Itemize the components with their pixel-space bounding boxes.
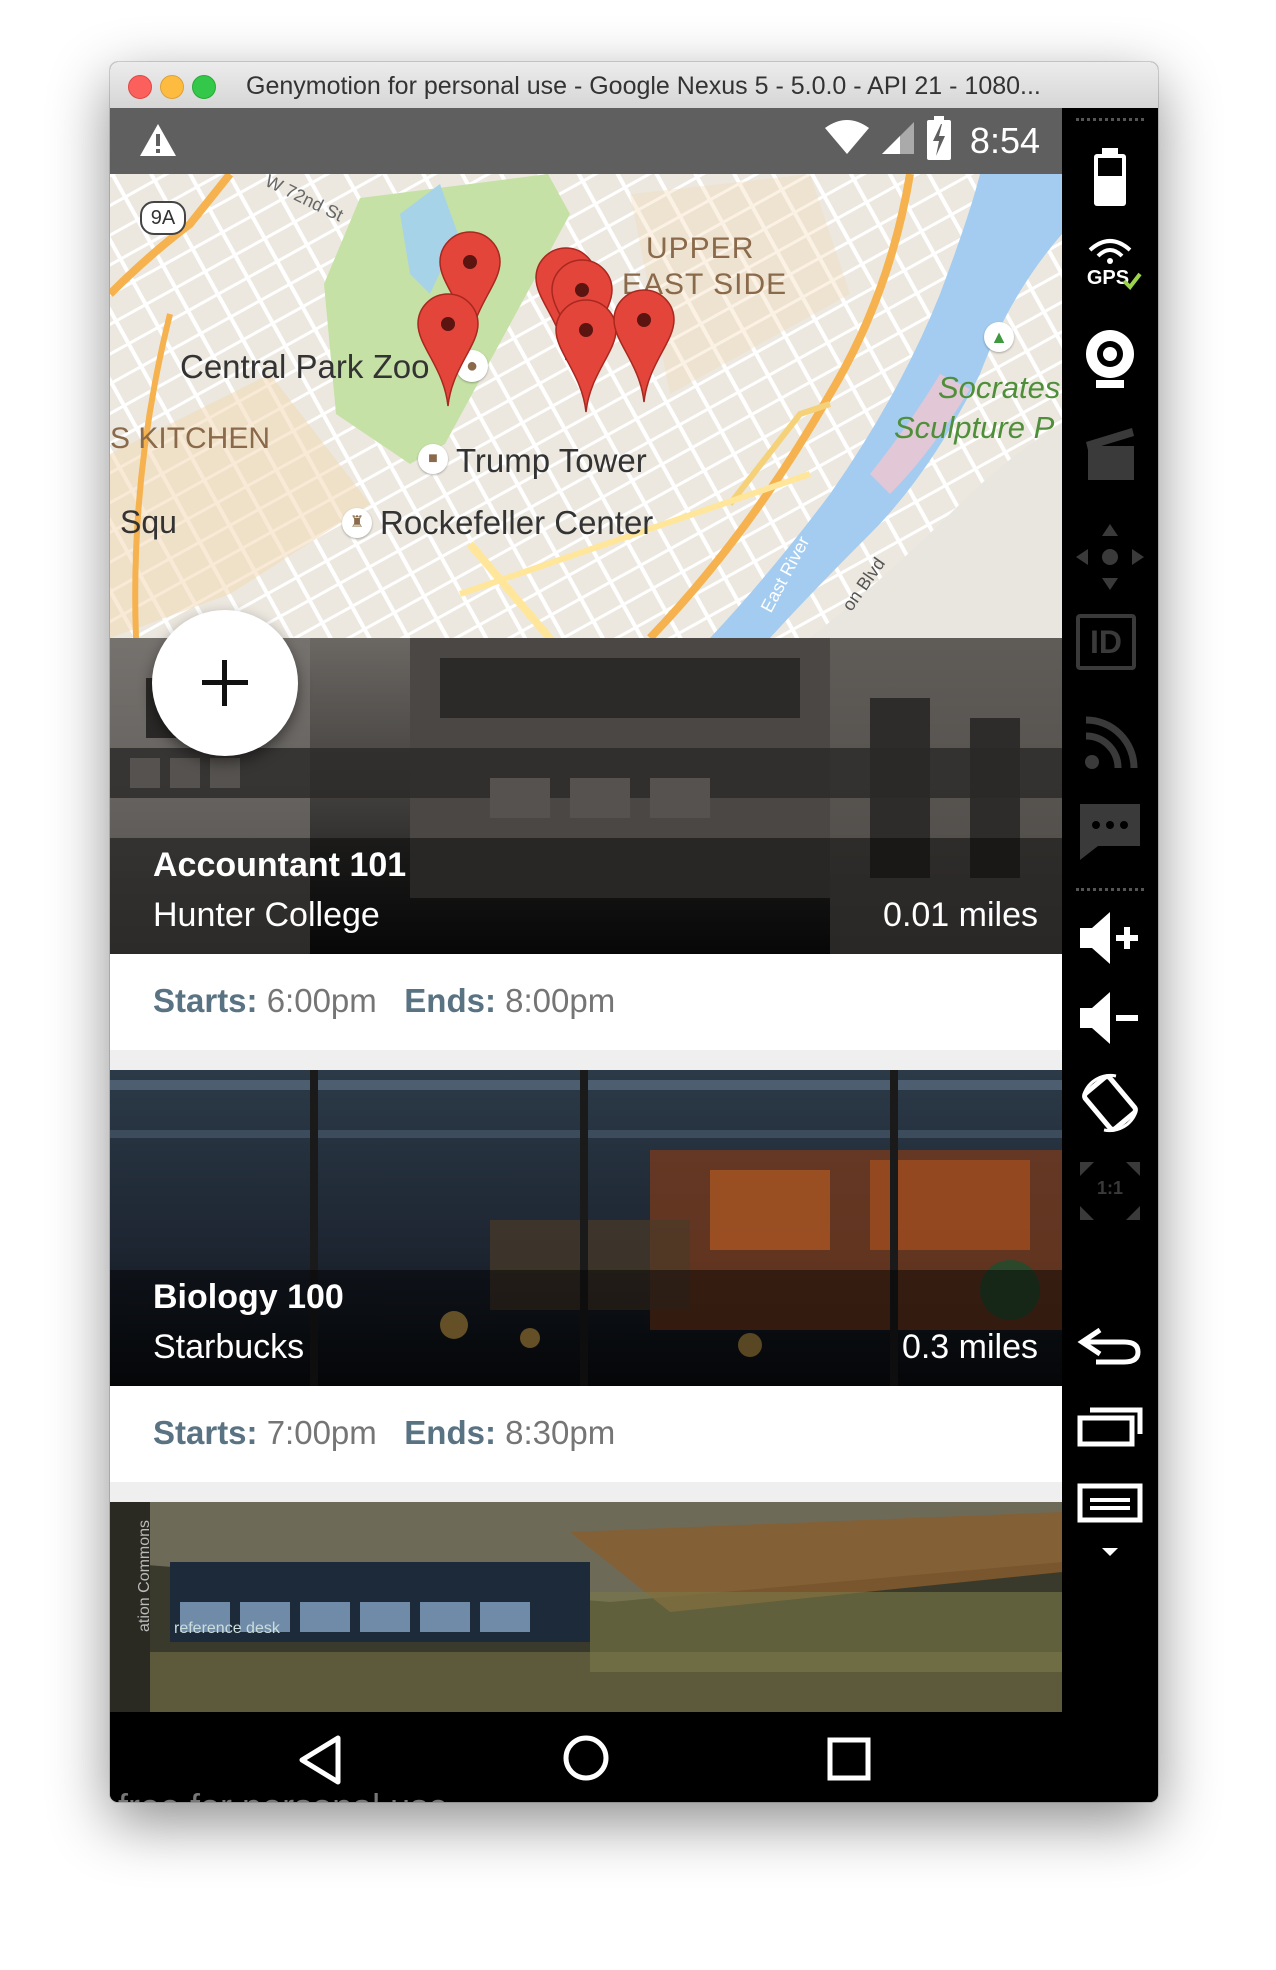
recents-icon[interactable] [1076,1404,1144,1448]
menu-icon[interactable] [1076,1482,1144,1524]
scale-label: 1:1 [1096,1178,1123,1198]
event-location: Starbucks [153,1328,305,1366]
warning-icon [138,122,178,163]
webcam-icon[interactable] [1076,326,1144,396]
volume-up-icon[interactable] [1076,908,1144,968]
cast-icon[interactable] [1076,712,1144,772]
ends-label: Ends: [404,982,496,1019]
add-icon [202,660,248,706]
recents-icon[interactable] [826,1736,872,1782]
event-times: Starts: 7:00pm Ends: 8:30pm [110,1386,1062,1482]
signal-icon [880,120,916,161]
event-location: Hunter College [153,896,380,934]
close-window-button[interactable] [128,75,152,99]
library-sign: ation Commons [136,1519,153,1632]
map-marker[interactable] [555,299,617,413]
map-view[interactable]: 9A W 72nd St UPPER EAST SIDE Central Par… [110,174,1062,638]
capture-icon[interactable] [1076,424,1144,484]
gps-signal-icon [1088,239,1132,264]
starts-label: Starts: [153,982,258,1019]
reference-desk-sign: reference desk [174,1620,280,1637]
gps-icon[interactable]: GPS [1076,234,1144,304]
sms-icon[interactable] [1076,800,1144,864]
event-distance: 0.3 miles [901,1328,1038,1366]
library-photo [110,1502,1062,1712]
emulator-window: Genymotion for personal use - Google Nex… [110,62,1158,1802]
id-icon[interactable]: ID [1076,614,1136,670]
zoom-window-button[interactable] [192,75,216,99]
window-title: Genymotion for personal use - Google Nex… [246,72,1041,100]
minimize-window-button[interactable] [160,75,184,99]
dpad-icon[interactable] [1076,522,1144,592]
watermark: free for personal use [118,1786,448,1802]
scale-icon[interactable]: 1:1 [1076,1158,1144,1224]
add-event-button[interactable] [152,610,298,756]
title-bar: Genymotion for personal use - Google Nex… [110,62,1158,109]
event-title: Biology 100 [153,1278,344,1316]
event-distance: 0.01 miles [883,896,1038,934]
event-card-image[interactable]: ation Commons reference desk [110,1502,1062,1712]
start-time: 6:00pm [266,982,377,1019]
event-times: Starts: 6:00pm Ends: 8:00pm [110,954,1062,1050]
card-divider [110,1050,1062,1070]
phone-screen: 8:54 9A W 72nd St UPPER EAST SIDE Centra… [110,108,1062,1802]
back-icon[interactable] [296,1734,344,1786]
end-time: 8:30pm [505,1414,616,1451]
clock: 8:54 [969,119,1040,161]
status-bar: 8:54 [110,108,1062,174]
ends-label: Ends: [404,1414,496,1451]
volume-down-icon[interactable] [1076,988,1144,1048]
event-card-image[interactable]: Biology 100 Starbucks 0.3 miles [110,1070,1062,1386]
starts-label: Starts: [153,1414,258,1451]
start-time: 7:00pm [266,1414,377,1451]
battery-icon[interactable] [1076,142,1144,212]
end-time: 8:00pm [505,982,616,1019]
scroll-down-icon[interactable] [1076,1542,1144,1562]
check-icon [1122,272,1142,290]
map-marker[interactable] [417,293,479,407]
card-divider [110,1482,1062,1502]
back-icon[interactable] [1076,1326,1144,1366]
event-title: Accountant 101 [153,846,407,884]
wifi-icon [824,120,870,161]
emulator-toolbar: GPS ID 1:1 [1062,108,1158,1802]
map-marker[interactable] [613,289,675,403]
rotate-icon[interactable] [1076,1068,1144,1138]
battery-charging-icon [926,116,952,165]
home-icon[interactable] [562,1734,610,1782]
